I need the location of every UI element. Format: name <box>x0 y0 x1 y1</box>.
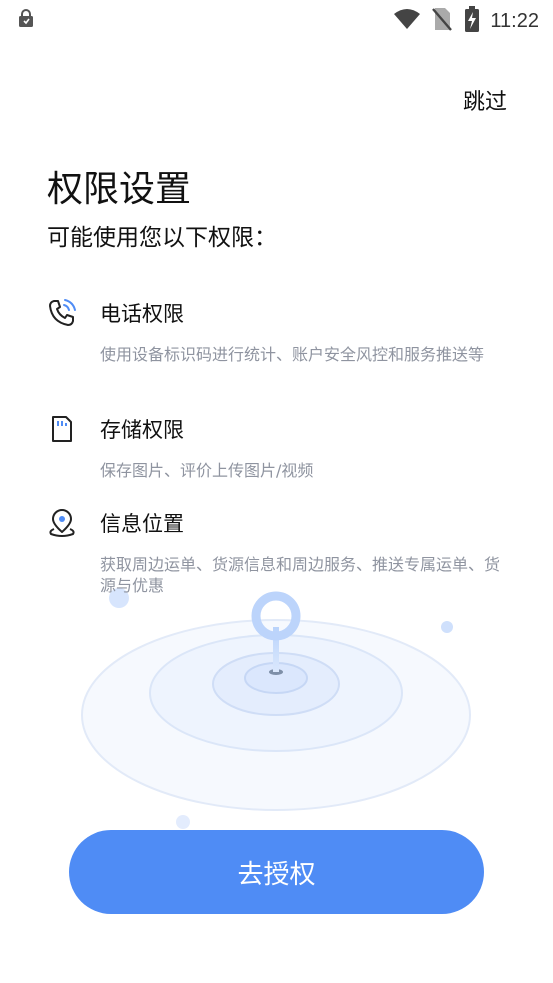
permission-title: 电话权限 <box>100 302 184 326</box>
page-subtitle: 可能使用您以下权限： <box>47 225 277 251</box>
clock-text: 11:22 <box>490 9 539 32</box>
battery-charging-icon <box>464 6 480 36</box>
sd-card-icon <box>47 414 77 444</box>
permission-description: 使用设备标识码进行统计、账户安全风控和服务推送等 <box>100 345 485 364</box>
permission-description: 保存图片、评价上传图片/视频 <box>100 461 314 480</box>
permission-title: 信息位置 <box>100 512 184 536</box>
permission-description: 获取周边运单、货源信息和周边服务、推送专属运单、货源与优惠 <box>100 555 501 595</box>
status-bar: 11:22 <box>0 0 553 38</box>
lock-icon <box>18 9 34 31</box>
permission-title: 存储权限 <box>100 418 184 442</box>
page-title: 权限设置 <box>47 169 192 210</box>
phone-icon <box>47 298 77 328</box>
wifi-icon <box>394 8 421 34</box>
authorize-button[interactable]: 去授权 <box>69 830 484 914</box>
location-pin-icon <box>47 508 77 538</box>
skip-button[interactable]: 跳过 <box>463 84 507 116</box>
no-sim-icon <box>432 7 453 35</box>
